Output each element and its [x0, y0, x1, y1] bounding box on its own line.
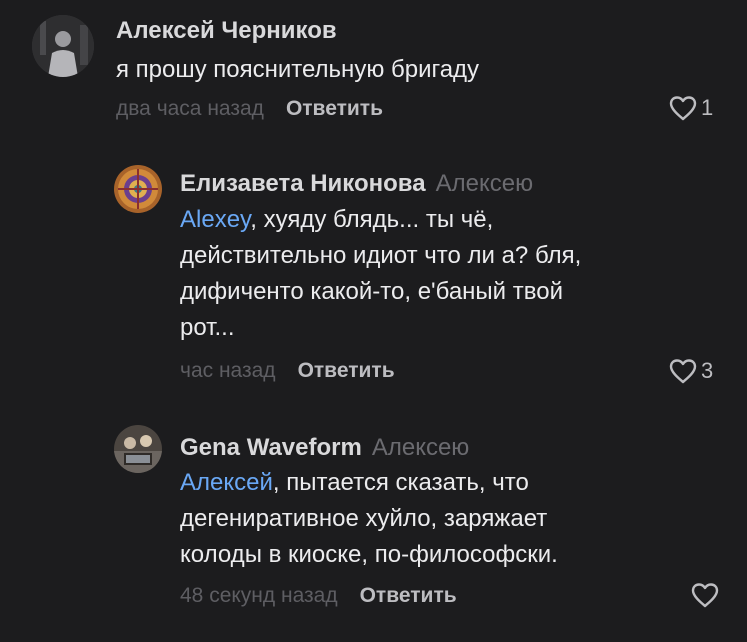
timestamp: час назад	[180, 359, 276, 382]
comment-text: Alexey, хуяду блядь... ты чё, действител…	[180, 202, 581, 346]
comment-author-line: Gena Waveform Алексею	[180, 433, 469, 463]
comment-text-line: я прошу пояснительную бригаду	[116, 56, 480, 83]
comment-meta: два часа назад Ответить	[116, 96, 383, 122]
comment-meta: час назад Ответить	[180, 358, 395, 384]
avatar-elizaveta[interactable]	[114, 165, 162, 213]
comment-text-line: Алексей, пытается сказать, что	[180, 469, 529, 496]
comment-text-line: дифиченто какой-то, е'баный твой	[180, 278, 563, 305]
avatar-gena[interactable]	[114, 425, 162, 473]
like-button[interactable]: 1	[668, 95, 713, 121]
reply-to-label[interactable]: Алексею	[436, 170, 533, 197]
comment-text: я прошу пояснительную бригаду	[116, 52, 479, 88]
comment-author-line: Алексей Черников	[116, 16, 337, 46]
comment-1: Алексей Черников я прошу пояснительную б…	[0, 0, 747, 130]
reply-to-label[interactable]: Алексею	[372, 434, 469, 461]
mention-link[interactable]: Алексей	[180, 469, 273, 496]
comment-text-line: колоды в киоске, по-философски.	[180, 541, 558, 568]
like-count: 3	[701, 358, 714, 383]
comment-2: Елизавета Никонова Алексею Alexey, хуяду …	[0, 150, 747, 400]
comment-author-line: Елизавета Никонова Алексею	[180, 169, 533, 199]
comment-meta: 48 секунд назад Ответить	[180, 583, 457, 609]
like-button[interactable]: 3	[668, 358, 713, 384]
reply-button[interactable]: Ответить	[298, 359, 395, 382]
author-name[interactable]: Gena Waveform	[180, 434, 362, 461]
comment-text-line: действительно идиот что ли а? бля,	[180, 242, 582, 269]
comment-text-line: дегениративное хуйло, заряжает	[180, 505, 548, 532]
comment-text-line: Alexey, хуяду блядь... ты чё,	[180, 206, 494, 233]
heart-icon	[690, 582, 720, 608]
like-count: 1	[701, 95, 714, 120]
reply-button[interactable]: Ответить	[286, 97, 383, 120]
timestamp: два часа назад	[116, 97, 264, 120]
author-name[interactable]: Алексей Черников	[116, 17, 337, 44]
reply-button[interactable]: Ответить	[360, 584, 457, 607]
comment-text-line: рот...	[180, 314, 235, 341]
timestamp: 48 секунд назад	[180, 584, 338, 607]
comment-3: Gena Waveform Алексею Алексей, пытается с…	[0, 415, 747, 635]
heart-icon	[668, 358, 698, 384]
avatar-aleksey[interactable]	[32, 15, 94, 77]
mention-link[interactable]: Alexey	[180, 206, 250, 233]
author-name[interactable]: Елизавета Никонова	[180, 170, 426, 197]
heart-icon	[668, 95, 698, 121]
comment-text: Алексей, пытается сказать, что дегенират…	[180, 465, 558, 573]
like-button[interactable]	[690, 582, 720, 608]
